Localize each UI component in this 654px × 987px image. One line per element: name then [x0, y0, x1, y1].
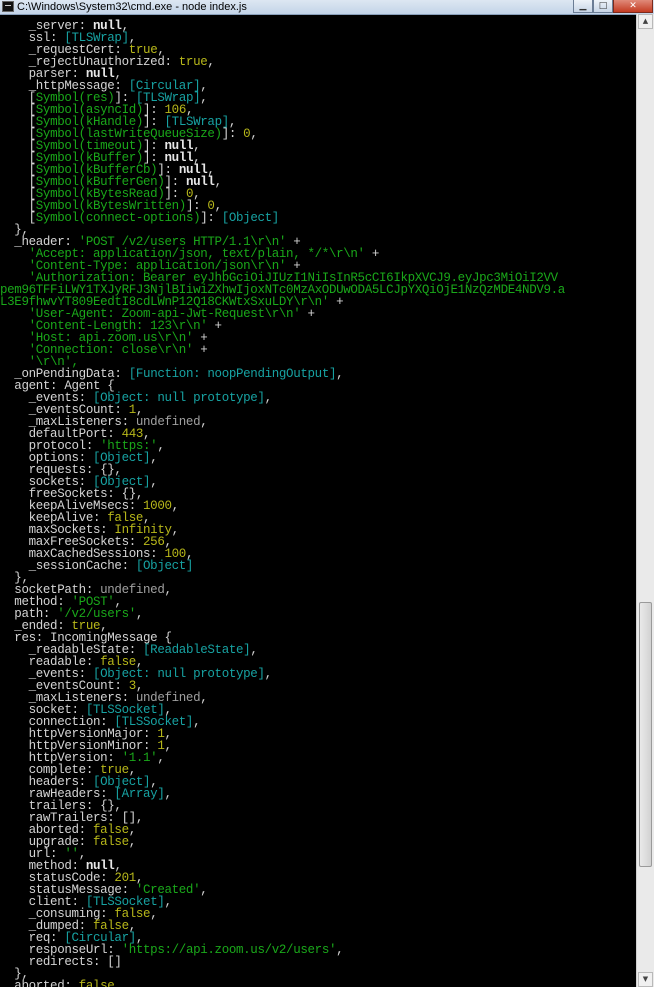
- console-token: ,: [135, 607, 144, 621]
- console-line: _sessionCache: [Object]: [0, 559, 194, 573]
- console-token: ,: [171, 523, 180, 537]
- console-token: Symbol(connect-options): [35, 211, 201, 225]
- scroll-up-button[interactable]: ▲: [638, 14, 653, 29]
- console-token: ,: [164, 583, 173, 597]
- console-token: ,: [150, 475, 158, 489]
- console-token: true: [178, 55, 208, 69]
- console-token: ,: [336, 943, 344, 957]
- console-token: [ReadableState]: [143, 643, 251, 657]
- console-token: 'https://api.zoom.us/v2/users': [121, 943, 337, 957]
- console-token: [Object]: [221, 211, 280, 225]
- console-token: ]:: [221, 127, 244, 141]
- console-token: ,: [264, 391, 273, 405]
- console-token: ]:: [200, 211, 222, 225]
- console-token: ,: [114, 979, 122, 987]
- console-token: +: [207, 319, 223, 333]
- title-bar[interactable]: C:\Windows\System32\cmd.exe - node index…: [0, 0, 654, 15]
- scroll-down-button[interactable]: ▼: [638, 972, 653, 987]
- console-line: aborted: false,: [0, 980, 122, 987]
- console-token: aborted:: [0, 979, 79, 987]
- console-token: +: [364, 247, 380, 261]
- console-token: false: [78, 979, 115, 987]
- console-token: ,: [200, 415, 208, 429]
- console-token: ,: [336, 367, 344, 381]
- console-line: [Symbol(connect-options)]: [Object]: [0, 211, 280, 225]
- scroll-down-arrow-icon: ▼: [642, 975, 649, 983]
- console-token: ,: [193, 715, 201, 729]
- console-token: ,: [128, 835, 137, 849]
- vertical-scrollbar[interactable]: ▲ ▼: [636, 14, 654, 987]
- console-token: ,: [171, 499, 180, 513]
- console-token: ,: [264, 667, 273, 681]
- console-token: ,: [150, 451, 158, 465]
- console-token: ,: [214, 175, 223, 189]
- console-token: +: [193, 343, 208, 357]
- console-token: ,: [250, 127, 258, 141]
- console-token: ,: [250, 643, 258, 657]
- close-icon: ✕: [629, 1, 637, 11]
- console-token: +: [300, 307, 316, 321]
- console-token: [Object]: [135, 559, 194, 573]
- console-token: ,: [150, 907, 158, 921]
- console-token: false: [92, 835, 129, 849]
- minimize-button[interactable]: ▁: [573, 0, 593, 13]
- console-token: ,: [200, 691, 208, 705]
- maximize-button[interactable]: □: [593, 0, 613, 13]
- console-token: +: [328, 295, 344, 309]
- console-token: ,: [200, 883, 208, 897]
- console-token: [Array]: [114, 787, 165, 801]
- console-token: ,: [207, 55, 215, 69]
- console-token: ,: [157, 751, 165, 765]
- cmd-app-icon[interactable]: [2, 1, 14, 12]
- window-controls: ▁ □ ✕: [573, 0, 653, 13]
- scrollbar-thumb[interactable]: [639, 602, 652, 867]
- console-token: ,: [164, 787, 172, 801]
- minimize-icon: ▁: [579, 1, 587, 11]
- maximize-icon: □: [598, 1, 608, 11]
- console-token: [Function: noopPendingOutput]: [128, 367, 337, 381]
- cmd-window: C:\Windows\System32\cmd.exe - node index…: [0, 0, 654, 987]
- window-title: C:\Windows\System32\cmd.exe - node index…: [17, 1, 247, 13]
- console-token: ,: [157, 439, 165, 453]
- close-button[interactable]: ✕: [613, 0, 653, 13]
- console-token: ,: [200, 91, 208, 105]
- scroll-up-arrow-icon: ▲: [642, 17, 649, 25]
- console-token: ,: [164, 739, 172, 753]
- console-token: ,: [164, 895, 173, 909]
- console-output[interactable]: _server: null, ssl: [TLSWrap], _requestC…: [0, 14, 636, 987]
